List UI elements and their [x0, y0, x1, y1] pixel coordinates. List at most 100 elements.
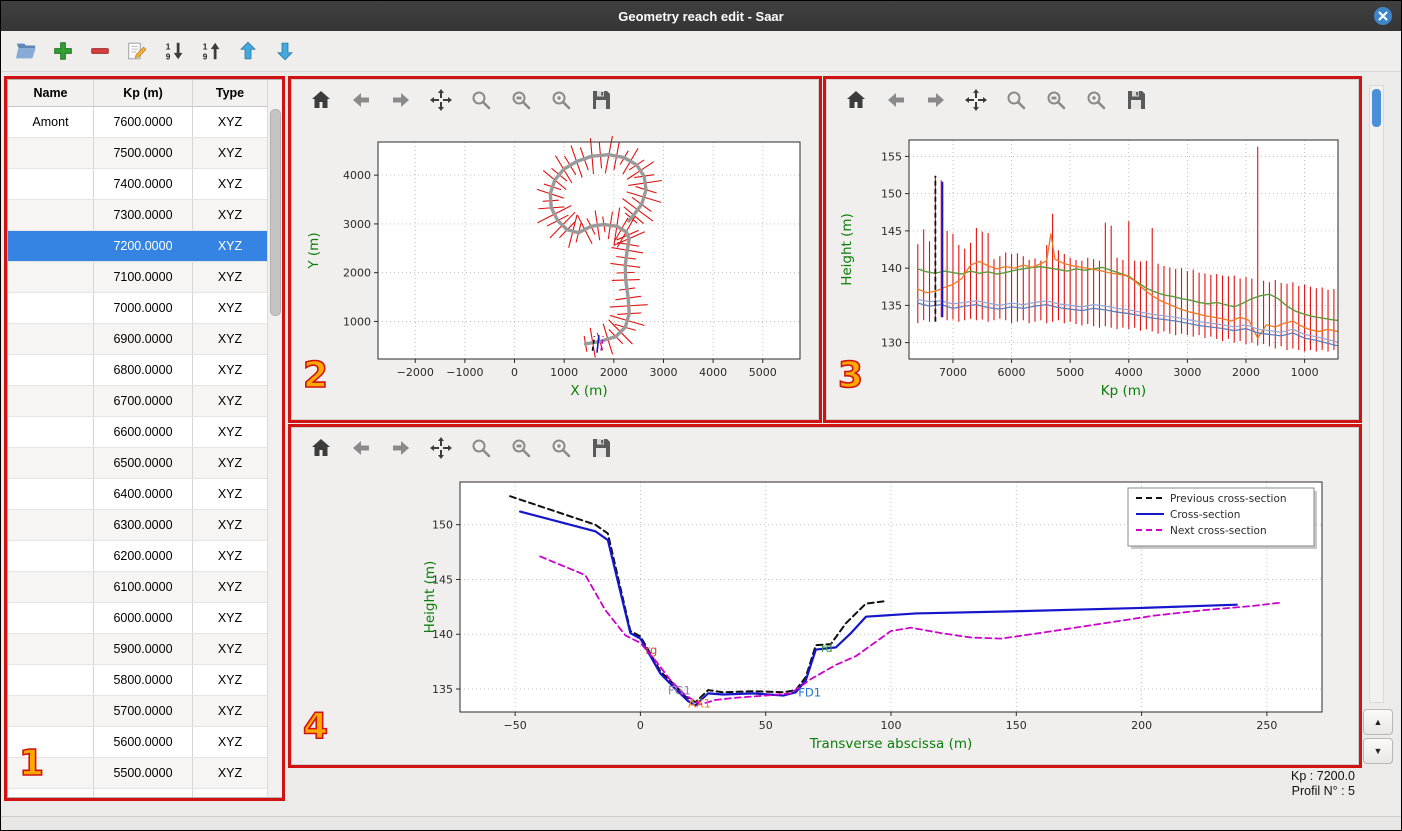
plot-toolbar [827, 80, 1358, 120]
longitudinal-profile-plot[interactable]: 7000 6000 5000 4000 3000 2000 1000 130 135 140 145… [829, 120, 1356, 417]
table-header-kp-m-: Kp (m) [94, 80, 193, 106]
table-row[interactable]: 7000.0000 XYZ [8, 293, 283, 324]
table-scrollbar-thumb[interactable] [270, 109, 281, 316]
table-row[interactable]: 6900.0000 XYZ [8, 324, 283, 355]
titlebar: Geometry reach edit - Saar [1, 1, 1401, 31]
table-row[interactable]: 6000.0000 XYZ [8, 603, 283, 634]
back-icon[interactable] [883, 87, 909, 113]
plan-view-plot[interactable]: −2000 −1000 0 1000 2000 3000 4000 5000 1000 2000 3… [294, 120, 816, 417]
svg-text:150: 150 [881, 188, 902, 201]
move-down-icon[interactable] [272, 38, 298, 64]
svg-text:135: 135 [881, 299, 902, 312]
row-kp: 6900.0000 [94, 324, 193, 354]
row-type: XYZ [193, 448, 268, 478]
sort-ascending-icon[interactable]: 19 [198, 38, 224, 64]
configure-icon[interactable] [548, 435, 574, 461]
home-icon[interactable] [308, 87, 334, 113]
row-name [8, 138, 94, 168]
remove-row-icon[interactable] [87, 38, 113, 64]
zoom-rect-icon[interactable] [508, 435, 534, 461]
app-toolbar: 1919 [1, 31, 1401, 72]
svg-text:7000: 7000 [939, 366, 967, 379]
cross-section-panel: rg rd FD1 AX1 FG1 Previous cross-section Cross… [291, 427, 1359, 765]
svg-text:Height (m): Height (m) [839, 213, 855, 286]
table-row[interactable]: 7300.0000 XYZ [8, 200, 283, 231]
configure-icon[interactable] [1083, 87, 1109, 113]
home-icon[interactable] [843, 87, 869, 113]
table-scrollbar[interactable] [267, 106, 283, 797]
svg-text:1: 1 [166, 43, 171, 52]
table-row[interactable]: 7200.0000 XYZ [8, 231, 283, 262]
table-row[interactable]: 7500.0000 XYZ [8, 138, 283, 169]
profile-up-button[interactable]: ▲ [1363, 709, 1393, 735]
profile-down-button[interactable]: ▼ [1363, 738, 1393, 764]
row-name [8, 603, 94, 633]
configure-icon[interactable] [548, 87, 574, 113]
table-row[interactable]: 6200.0000 XYZ [8, 541, 283, 572]
row-kp: 5500.0000 [94, 758, 193, 788]
table-row[interactable]: 5600.0000 XYZ [8, 727, 283, 758]
table-row[interactable]: 5700.0000 XYZ [8, 696, 283, 727]
zoom-icon[interactable] [1003, 87, 1029, 113]
forward-icon[interactable] [388, 87, 414, 113]
table-row[interactable]: 5400.0000XYZ [8, 789, 283, 797]
svg-text:rg: rg [645, 643, 657, 657]
pan-icon[interactable] [963, 87, 989, 113]
sort-descending-icon[interactable]: 19 [161, 38, 187, 64]
row-type: XYZ [193, 634, 268, 664]
zoom-rect-icon[interactable] [508, 87, 534, 113]
table-row[interactable]: 6700.0000 XYZ [8, 386, 283, 417]
row-type: XYZ [193, 603, 268, 633]
forward-icon[interactable] [923, 87, 949, 113]
up-arrow-icon: ▲ [1373, 717, 1383, 727]
table-row[interactable]: 6100.0000 XYZ [8, 572, 283, 603]
table-row[interactable]: Amont 7600.0000 XYZ [8, 107, 283, 138]
table-row[interactable]: 7100.0000 XYZ [8, 262, 283, 293]
table-body: Amont 7600.0000 XYZ 7500.0000 XYZ 7400.0000 XY… [8, 107, 283, 797]
table-row[interactable]: 5500.0000 XYZ [8, 758, 283, 789]
svg-text:Height (m): Height (m) [422, 561, 438, 634]
row-kp: 5700.0000 [94, 696, 193, 726]
vertical-scrollbar[interactable] [1369, 85, 1384, 703]
table-row[interactable]: 7400.0000 XYZ [8, 169, 283, 200]
svg-text:135: 135 [432, 683, 453, 696]
close-button[interactable] [1373, 6, 1393, 26]
svg-text:5000: 5000 [1056, 366, 1084, 379]
table-row[interactable]: 5900.0000 XYZ [8, 634, 283, 665]
row-type: XYZ [193, 169, 268, 199]
pan-icon[interactable] [428, 435, 454, 461]
open-file-icon[interactable] [13, 38, 39, 64]
edit-geometry-icon[interactable] [124, 38, 150, 64]
back-icon[interactable] [348, 87, 374, 113]
forward-icon[interactable] [388, 435, 414, 461]
table-row[interactable]: 6800.0000 XYZ [8, 355, 283, 386]
home-icon[interactable] [308, 435, 334, 461]
row-kp: 6200.0000 [94, 541, 193, 571]
svg-text:130: 130 [881, 337, 902, 350]
pan-icon[interactable] [428, 87, 454, 113]
svg-text:250: 250 [1256, 719, 1277, 732]
table-row[interactable]: 5800.0000 XYZ [8, 665, 283, 696]
back-icon[interactable] [348, 435, 374, 461]
svg-text:6000: 6000 [998, 366, 1026, 379]
row-type: XYZ [193, 572, 268, 602]
svg-text:2000: 2000 [1232, 366, 1260, 379]
table-row[interactable]: 6300.0000 XYZ [8, 510, 283, 541]
zoom-icon[interactable] [468, 435, 494, 461]
save-icon[interactable] [588, 435, 614, 461]
row-type: XYZ [193, 200, 268, 230]
row-type: XYZ [193, 541, 268, 571]
vertical-scrollbar-thumb[interactable] [1372, 89, 1381, 127]
save-icon[interactable] [588, 87, 614, 113]
row-type: XYZ [193, 789, 268, 797]
cross-section-plot[interactable]: rg rd FD1 AX1 FG1 Previous cross-section Cross… [294, 468, 1356, 762]
table-row[interactable]: 6600.0000 XYZ [8, 417, 283, 448]
add-row-icon[interactable] [50, 38, 76, 64]
zoom-rect-icon[interactable] [1043, 87, 1069, 113]
row-kp: 7300.0000 [94, 200, 193, 230]
save-icon[interactable] [1123, 87, 1149, 113]
zoom-icon[interactable] [468, 87, 494, 113]
table-row[interactable]: 6400.0000 XYZ [8, 479, 283, 510]
move-up-icon[interactable] [235, 38, 261, 64]
table-row[interactable]: 6500.0000 XYZ [8, 448, 283, 479]
